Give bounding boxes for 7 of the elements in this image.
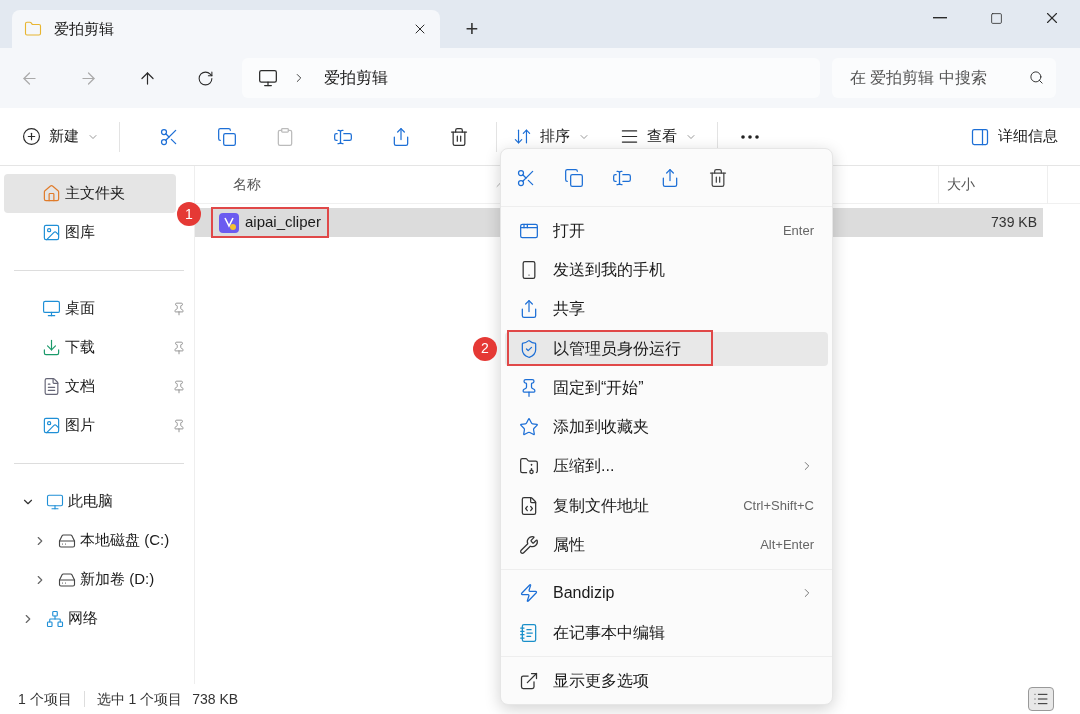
- status-text: 1 个项目: [18, 689, 72, 709]
- file-size: 739 KB: [991, 213, 1037, 232]
- tab-title: 爱拍剪辑: [54, 18, 114, 39]
- step-badge: 1: [177, 202, 201, 226]
- status-text: 选中 1 个项目: [96, 689, 183, 709]
- file-name: aipai_cliper: [245, 212, 321, 233]
- status-text: 738 KB: [192, 689, 239, 709]
